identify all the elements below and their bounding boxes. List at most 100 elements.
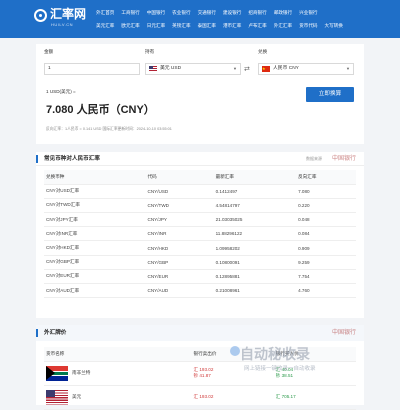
- nav-link[interactable]: 外汇汇率: [274, 19, 292, 32]
- main-nav: 外汇首页 工商银行 中国银行 农业银行 交通银行 建设银行 招商银行 邮政银行 兴业银行 美元汇…: [96, 6, 396, 32]
- sell-price: 汇 193.02: [193, 394, 214, 400]
- table-cell: CNY/USD: [145, 184, 214, 199]
- table-row[interactable]: CNY对GBP汇率 CNY/GBP 0.10800091 9.259: [44, 255, 356, 270]
- nav-link[interactable]: 货币代码: [299, 19, 317, 32]
- table-cell: CNY对INR汇率: [44, 226, 146, 242]
- nav-link[interactable]: 交通银行: [198, 6, 216, 19]
- table-cell: 11.88296122: [213, 226, 297, 242]
- nav-link[interactable]: 建设银行: [223, 6, 241, 19]
- nav-row-secondary: 美元汇率 欧元汇率 日元汇率 英镑汇率 泰国汇率 港币汇率 卢布汇率 外汇汇率 货币代码 大写转换: [96, 19, 396, 32]
- nav-link[interactable]: 欧元汇率: [121, 19, 139, 32]
- buy-price: 汇 705.17: [275, 394, 296, 400]
- table-cell: CNY对AUD汇率: [44, 283, 146, 299]
- table-cell: 4.760: [296, 283, 356, 299]
- nav-link[interactable]: 外汇首页: [96, 6, 114, 19]
- site-header: 汇率网 HUILV.CN 外汇首页 工商银行 中国银行 农业银行 交通银行 建设银行 招商银…: [0, 0, 400, 38]
- nav-row-primary: 外汇首页 工商银行 中国银行 农业银行 交通银行 建设银行 招商银行 邮政银行 兴业银行: [96, 6, 396, 19]
- sell-price-cell: 汇 193.02: [191, 385, 274, 410]
- table-cell: 7.754: [296, 269, 356, 285]
- logo-subtext: HUILV.CN: [51, 22, 74, 27]
- table-cell: 1.09958202: [213, 240, 297, 256]
- table-cell: CNY对HKD汇率: [44, 240, 146, 256]
- buy-price-cell: 汇 705.17: [273, 385, 356, 410]
- rates-table: 兑换币种 代码 最新汇率 反向汇率 CNY对USD汇率 CNY/USD 0.1412497…: [44, 170, 356, 299]
- nav-link[interactable]: 港币汇率: [223, 19, 241, 32]
- table-row[interactable]: 南非兰特 汇 193.02 钞 41.87 汇 40.04 钞 38.51: [44, 361, 356, 386]
- convert-button[interactable]: 立即换算: [306, 87, 354, 102]
- amount-input[interactable]: 1: [44, 63, 140, 75]
- table-cell: 0.048: [296, 212, 356, 228]
- nav-link[interactable]: 中国银行: [147, 6, 165, 19]
- table-row[interactable]: 美元 汇 193.02 汇 705.17: [44, 385, 356, 410]
- section-accent-bar: [36, 329, 38, 337]
- table-cell: CNY/INR: [145, 226, 214, 242]
- nav-link[interactable]: 美元汇率: [96, 19, 114, 32]
- nav-link[interactable]: 农业银行: [172, 6, 190, 19]
- logo-text: 汇率网: [50, 7, 87, 21]
- currency-name: 美元: [72, 394, 82, 400]
- rate-unit-text: 1 USD(美元) =: [46, 89, 76, 94]
- nav-link[interactable]: 工商银行: [121, 6, 139, 19]
- table-cell: 9.259: [296, 255, 356, 270]
- table-row[interactable]: CNY对EUR汇率 CNY/EUR 0.12895881 7.754: [44, 269, 356, 285]
- table-cell: CNY/AUD: [145, 283, 214, 299]
- rate-result: 7.080 人民币（CNY）: [46, 104, 155, 116]
- table-row[interactable]: CNY对AUD汇率 CNY/AUD 0.21008961 4.760: [44, 283, 356, 299]
- table-cell: 0.12895881: [213, 269, 297, 285]
- rates-section-title: 常见币种对人民币汇率: [44, 156, 100, 162]
- nav-link[interactable]: 卢布汇率: [248, 19, 266, 32]
- table-row[interactable]: CNY对JPY汇率 CNY/JPY 21.03035025 0.048: [44, 212, 356, 228]
- table-cell: CNY/EUR: [145, 269, 214, 285]
- currency-cell: 南非兰特: [44, 361, 192, 386]
- swap-icon[interactable]: ⇄: [244, 65, 250, 73]
- logo-icon: [34, 9, 47, 22]
- table-cell: 21.03035025: [213, 212, 297, 228]
- nav-link[interactable]: 英镑汇率: [172, 19, 190, 32]
- table-cell: 0.10800091: [213, 255, 297, 270]
- nav-link[interactable]: 大写转换: [325, 19, 343, 32]
- data-source-caption: 数据来源: [306, 156, 322, 161]
- column-header: 反向汇率: [296, 170, 356, 185]
- table-cell: CNY/HKD: [145, 240, 214, 256]
- nav-link[interactable]: 泰国汇率: [198, 19, 216, 32]
- hold-label: 持有: [145, 49, 155, 54]
- exchange-currency-value: 人民币 CNY: [273, 66, 299, 71]
- exchange-currency-select[interactable]: 人民币 CNY ▼: [258, 63, 354, 75]
- hold-currency-value: 美元 USD: [160, 66, 182, 71]
- table-cell: 0.1412497: [213, 184, 297, 199]
- nav-link[interactable]: 日元汇率: [147, 19, 165, 32]
- chevron-down-icon: ▼: [233, 66, 237, 71]
- nav-link[interactable]: 招商银行: [248, 6, 266, 19]
- table-row[interactable]: CNY对HKD汇率 CNY/HKD 1.09958202 0.909: [44, 240, 356, 256]
- nav-link[interactable]: 邮政银行: [274, 6, 292, 19]
- table-cell: 0.220: [296, 198, 356, 214]
- table-row[interactable]: CNY对USD汇率 CNY/USD 0.1412497 7.080: [44, 184, 356, 199]
- buy-price-cell: 汇 40.04 钞 38.51: [273, 361, 356, 386]
- nav-link[interactable]: 兴业银行: [299, 6, 317, 19]
- chevron-down-icon: ▼: [346, 66, 350, 71]
- rate-note: 反向汇率：1人民币 = 0.141 USD 国际汇率更新时间：2024-10-1…: [46, 127, 172, 131]
- table-cell: CNY对GBP汇率: [44, 255, 146, 270]
- table-cell: 0.909: [296, 240, 356, 256]
- section-accent-bar: [36, 155, 38, 163]
- table-row[interactable]: CNY对INR汇率 CNY/INR 11.88296122 0.084: [44, 226, 356, 242]
- column-header: 代码: [145, 170, 214, 185]
- bank-of-china-logo: 中国银行: [331, 155, 356, 162]
- hold-currency-select[interactable]: 美元 USD ▼: [145, 63, 241, 75]
- rates-table-card: 常见币种对人民币汇率 数据来源 中国银行 兑换币种 代码 最新汇率 反向汇率 CNY对…: [36, 152, 364, 318]
- bank-of-china-logo: 中国银行: [331, 329, 356, 336]
- us-flag-icon: [149, 66, 157, 72]
- table-cell: 7.080: [296, 184, 356, 199]
- table-cell: CNY/GBP: [145, 255, 214, 270]
- sell-price-cell: 汇 193.02 钞 41.87: [191, 361, 274, 386]
- buy-price-cash: 钞 38.51: [275, 373, 294, 379]
- fx-table: 货币名称 银行卖出价 银行买入价 南非兰特汇 193.02 钞 41.87 汇 40.0…: [44, 347, 356, 410]
- cn-flag-icon: [262, 64, 270, 74]
- column-header: 货币名称: [44, 347, 192, 362]
- amount-label: 金额: [44, 49, 54, 54]
- us-flag-icon: [46, 389, 68, 405]
- site-logo[interactable]: 汇率网 HUILV.CN: [34, 6, 90, 32]
- table-row[interactable]: CNY对TWD汇率 CNY/TWD 4.54814797 0.220: [44, 198, 356, 214]
- table-cell: 0.084: [296, 226, 356, 242]
- currency-cell: 美元: [44, 385, 192, 410]
